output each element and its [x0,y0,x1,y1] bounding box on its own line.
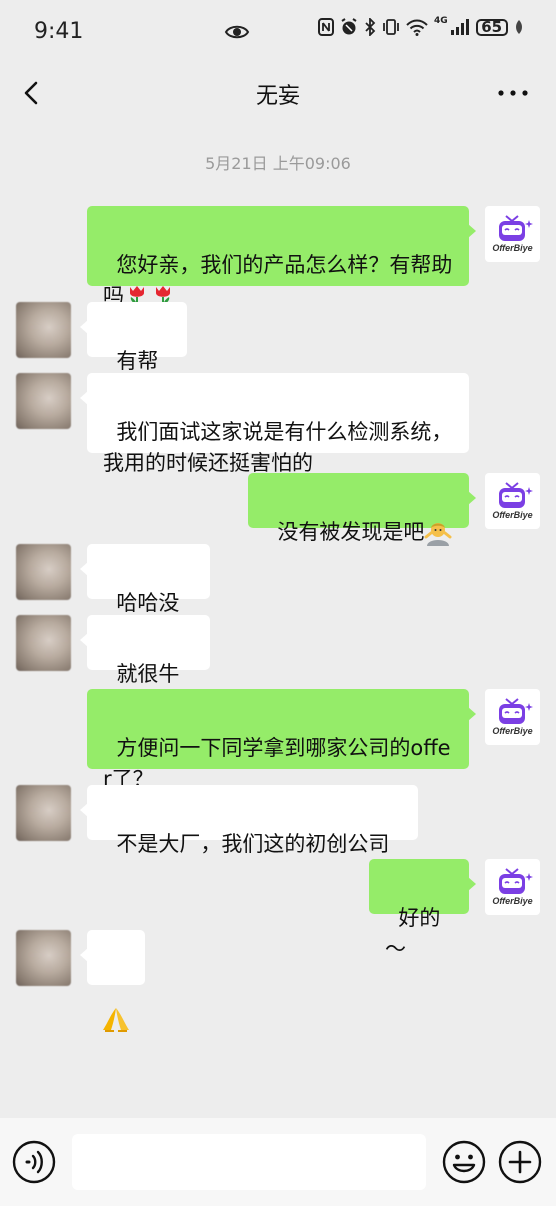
message-bubble-received[interactable]: 我们面试这家说是有什么检测系统，我用的时候还挺害怕的 [80,373,469,475]
signal-icon [450,19,469,35]
input-bar [0,1118,556,1206]
contact-avatar[interactable] [16,373,71,429]
message-bubble-sent[interactable]: 方便问一下同学拿到哪家公司的offer了？ [87,689,476,791]
brand-name: OfferBiye [492,896,533,906]
message-input[interactable] [72,1134,426,1190]
message-text: 没有被发现是吧 [277,520,425,544]
leaf-icon [515,20,522,34]
message-bubble-sent[interactable]: 好的～ [369,859,476,961]
contact-avatar[interactable] [16,785,71,841]
wifi-icon [406,19,428,36]
eye-icon [224,25,250,39]
message-bubble-sent[interactable]: 没有被发现是吧 [248,473,476,546]
emoji-icon[interactable] [442,1140,486,1184]
contact-avatar[interactable] [16,930,71,986]
message-text: 好的～ [385,906,441,961]
nfc-icon [318,18,334,36]
contact-avatar[interactable] [16,615,71,671]
brand-name: OfferBiye [492,243,533,253]
status-bar: 9:41 4G 65 [0,0,556,64]
message-text: 我们面试这家说是有什么检测系统，我用的时候还挺害怕的 [103,420,453,475]
vibrate-icon [383,19,399,35]
voice-icon[interactable] [12,1140,56,1184]
message-bubble-sent[interactable]: 您好亲，我们的产品怎么样？有帮助吗 [87,206,476,310]
bluetooth-icon [365,18,376,36]
contact-avatar[interactable] [16,544,71,600]
message-bubble-received[interactable]: 就很牛了 [80,615,210,717]
status-icons: 4G 65 [318,16,524,36]
brand-avatar[interactable]: OfferBiye [485,689,540,745]
brand-avatar[interactable]: OfferBiye [485,206,540,262]
message-text: 方便问一下同学拿到哪家公司的offer了？ [103,736,451,791]
contact-avatar[interactable] [16,302,71,358]
message-bubble-received[interactable]: 不是大厂，我们这的初创公司 [80,785,418,856]
message-text: 不是大厂，我们这的初创公司 [116,832,390,856]
brand-avatar[interactable]: OfferBiye [485,473,540,529]
more-options-icon[interactable] [496,78,530,108]
chat-header: 无妄 [0,64,556,124]
message-bubble-received[interactable] [80,930,145,1032]
person-shrug-emoji [424,523,452,546]
brand-name: OfferBiye [492,510,533,520]
message-bubble-received[interactable]: 有帮助 [80,302,187,404]
plus-icon[interactable] [498,1140,542,1184]
brand-name: OfferBiye [492,726,533,736]
network-type: 4G [434,16,448,26]
status-time: 9:41 [34,19,84,44]
chat-title: 无妄 [255,84,300,109]
chat-timestamp: 5月21日 上午09:06 [205,154,351,173]
folded-hands-emoji [103,1008,129,1032]
alarm-icon [341,18,357,35]
brand-avatar[interactable]: OfferBiye [485,859,540,915]
message-bubble-received[interactable]: 哈哈没有 [80,544,210,646]
battery-indicator: 65 [475,18,508,36]
